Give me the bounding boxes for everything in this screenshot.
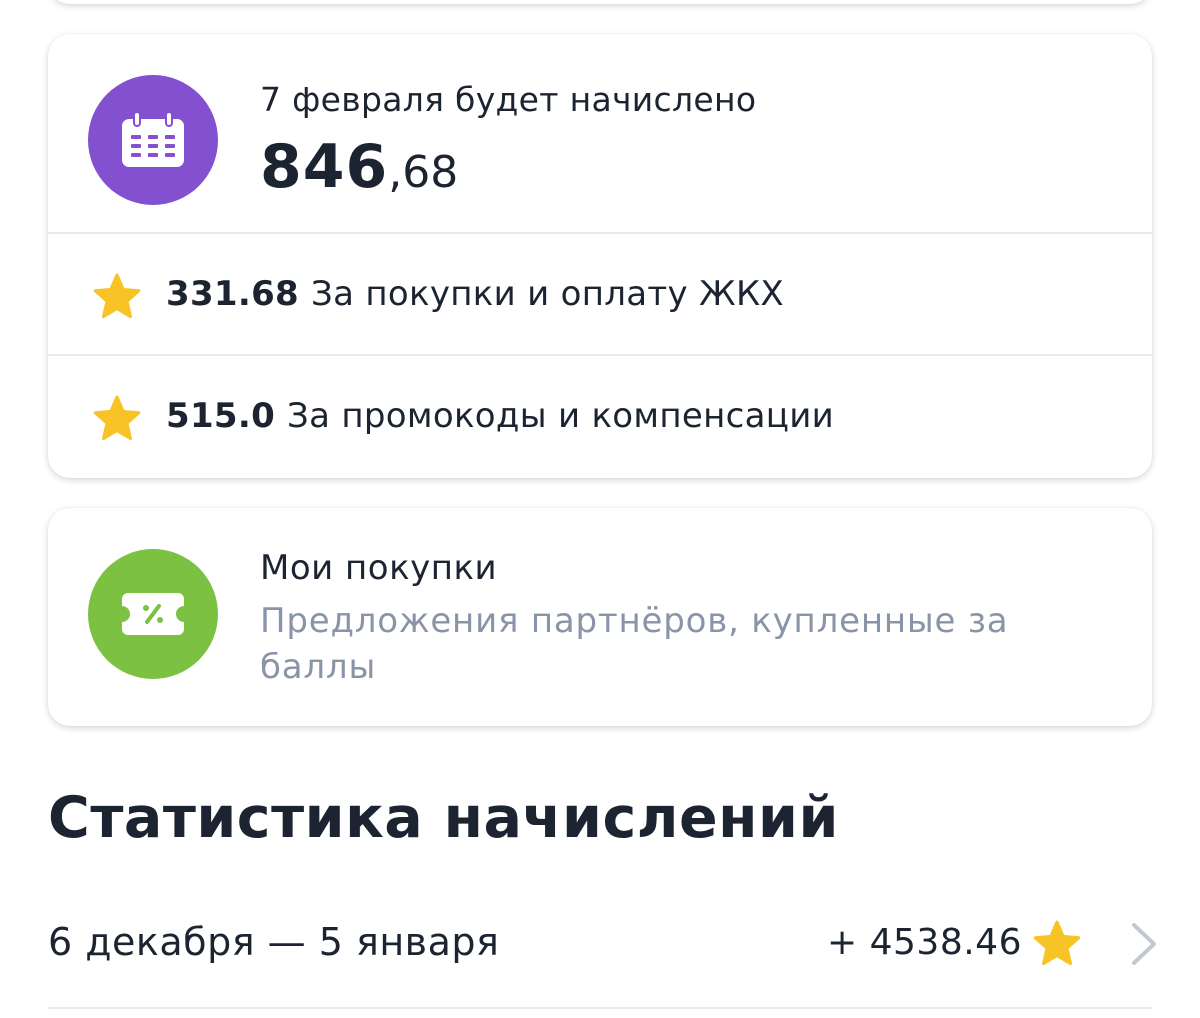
breakdown-value: 515.0 (166, 396, 276, 436)
star-icon (93, 273, 141, 319)
star-icon (1033, 920, 1081, 966)
my-purchases-card[interactable]: Мои покупки Предложения партнёров, купле… (48, 508, 1152, 726)
breakdown-label: За покупки и оплату ЖКХ (311, 274, 785, 314)
breakdown-row-promocodes[interactable]: 515.0 За промокоды и компенсации (48, 356, 1152, 476)
previous-card (48, 0, 1152, 4)
bonus-screen: 7 февраля будет начислено 846,68 331.68 З… (0, 0, 1200, 1018)
statistics-amount: + 4538.46 (827, 922, 1022, 963)
statistics-row[interactable]: 6 декабря — 5 января + 4538.46 (48, 895, 1156, 1009)
statistics-period: 6 декабря — 5 января (48, 920, 500, 964)
accrual-amount-fraction: ,68 (388, 147, 459, 198)
divider (48, 1007, 1152, 1009)
accrual-amount: 846,68 (260, 132, 458, 208)
my-purchases-subtitle: Предложения партнёров, купленные за балл… (260, 601, 1009, 687)
breakdown-value: 331.68 (166, 274, 300, 314)
breakdown-text: 331.68 За покупки и оплату ЖКХ (166, 274, 784, 314)
breakdown-row-purchases[interactable]: 331.68 За покупки и оплату ЖКХ (48, 234, 1152, 354)
accrual-amount-integer: 846 (260, 132, 389, 202)
star-icon (93, 395, 141, 441)
breakdown-text: 515.0 За промокоды и компенсации (166, 396, 834, 436)
statistics-title: Статистика начислений (48, 785, 839, 851)
accrual-date-title: 7 февраля будет начислено (260, 80, 757, 119)
accrual-card[interactable]: 7 февраля будет начислено 846,68 331.68 З… (48, 34, 1152, 478)
my-purchases-title: Мои покупки (260, 548, 498, 588)
calendar-icon (88, 75, 218, 205)
coupon-icon (88, 549, 218, 679)
chevron-right-icon[interactable] (1126, 921, 1160, 967)
breakdown-label: За промокоды и компенсации (287, 396, 834, 436)
